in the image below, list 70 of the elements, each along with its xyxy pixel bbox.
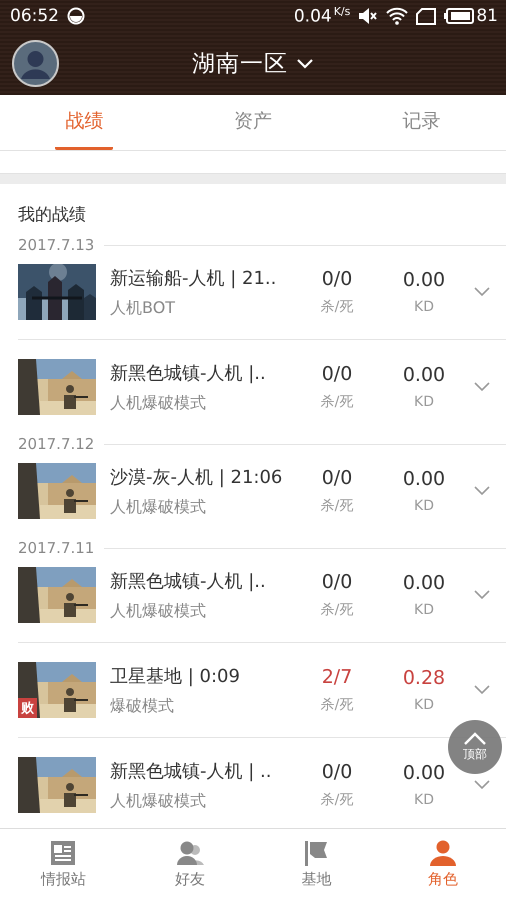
match-mode: 人机爆破模式 [110, 496, 207, 518]
sim-card-icon [416, 8, 436, 24]
kill-death-label: 杀/死 [320, 791, 354, 809]
match-mode: 爆破模式 [110, 696, 175, 716]
mute-icon [358, 7, 378, 25]
match-title: 沙漠-灰-人机 | 21:06 [110, 466, 284, 488]
tab[interactable]: 记录 [392, 95, 451, 150]
kd-value: 0.00 [402, 572, 446, 594]
tab[interactable]: 资产 [224, 95, 282, 150]
match-title: 新运输船-人机 | 21.. [110, 266, 278, 290]
match-mode: 人机BOT [110, 298, 176, 318]
chevron-down-icon [296, 58, 314, 70]
battery-icon [444, 8, 474, 24]
kd-label: KD [414, 602, 434, 618]
kd-label: KD [414, 299, 434, 315]
match-title: 新黑色城镇-人机 | .. [110, 760, 272, 782]
nav-item[interactable]: 基地 [253, 829, 380, 900]
server-selector[interactable]: 湖南一区 [192, 48, 314, 79]
network-speed: 0.04$^{K/s}$ [294, 5, 350, 27]
wifi-icon [386, 7, 408, 25]
chevron-down-icon[interactable] [474, 486, 490, 496]
kd-value: 0.00 [402, 468, 446, 490]
kill-death-value: 0/0 [322, 761, 352, 783]
nav-item[interactable]: 情报站 [0, 829, 126, 900]
result-badge: 败 [18, 698, 37, 718]
kd-value: 0.00 [402, 269, 446, 291]
people-icon [176, 840, 204, 866]
section-title: 我的战绩 [17, 204, 87, 227]
match-mode: 人机爆破模式 [110, 600, 207, 622]
chevron-down-icon[interactable] [474, 590, 490, 600]
kill-death-value: 0/0 [322, 363, 352, 385]
nav-item[interactable]: 角色 [380, 829, 506, 900]
kill-death-value: 2/7 [322, 666, 352, 688]
chevron-down-icon[interactable] [474, 382, 490, 392]
chevron-down-icon[interactable] [474, 685, 490, 695]
kill-death-label: 杀/死 [320, 298, 354, 316]
kill-death-value: 0/0 [322, 268, 352, 290]
match-title: 新黑色城镇-人机 |.. [110, 570, 267, 592]
kd-label: KD [414, 792, 434, 808]
kill-death-label: 杀/死 [320, 696, 354, 714]
match-mode: 人机爆破模式 [110, 392, 207, 414]
kill-death-value: 0/0 [322, 571, 352, 593]
avatar[interactable] [12, 40, 59, 87]
chevron-down-icon[interactable] [474, 287, 490, 297]
flag-icon [303, 840, 330, 866]
kd-value: 0.00 [402, 762, 446, 784]
kd-label: KD [414, 697, 434, 713]
match-mode: 人机爆破模式 [110, 790, 207, 812]
kill-death-label: 杀/死 [320, 601, 354, 619]
kd-value: 0.28 [402, 667, 446, 689]
nav-item[interactable]: 好友 [126, 829, 253, 900]
match-title: 新黑色城镇-人机 |.. [110, 362, 267, 384]
match-title: 卫星基地 | 0:09 [110, 664, 241, 688]
battery-percent: 81 [476, 6, 498, 26]
back-to-top-button[interactable]: 顶部 [448, 720, 502, 774]
kill-death-label: 杀/死 [320, 497, 354, 515]
caret-up-icon [463, 732, 487, 746]
date-label: 2017.7.11 [18, 539, 94, 557]
kill-death-value: 0/0 [322, 467, 352, 489]
person-icon [428, 840, 457, 866]
kd-value: 0.00 [402, 364, 446, 386]
chevron-down-icon[interactable] [474, 780, 490, 790]
newspaper-icon [50, 840, 76, 866]
kd-label: KD [414, 394, 434, 410]
sync-icon [67, 7, 85, 25]
status-time: 06:52 [10, 6, 59, 26]
kill-death-label: 杀/死 [320, 393, 354, 411]
date-label: 2017.7.12 [18, 435, 94, 453]
kd-label: KD [414, 498, 434, 514]
date-label: 2017.7.13 [18, 236, 94, 254]
